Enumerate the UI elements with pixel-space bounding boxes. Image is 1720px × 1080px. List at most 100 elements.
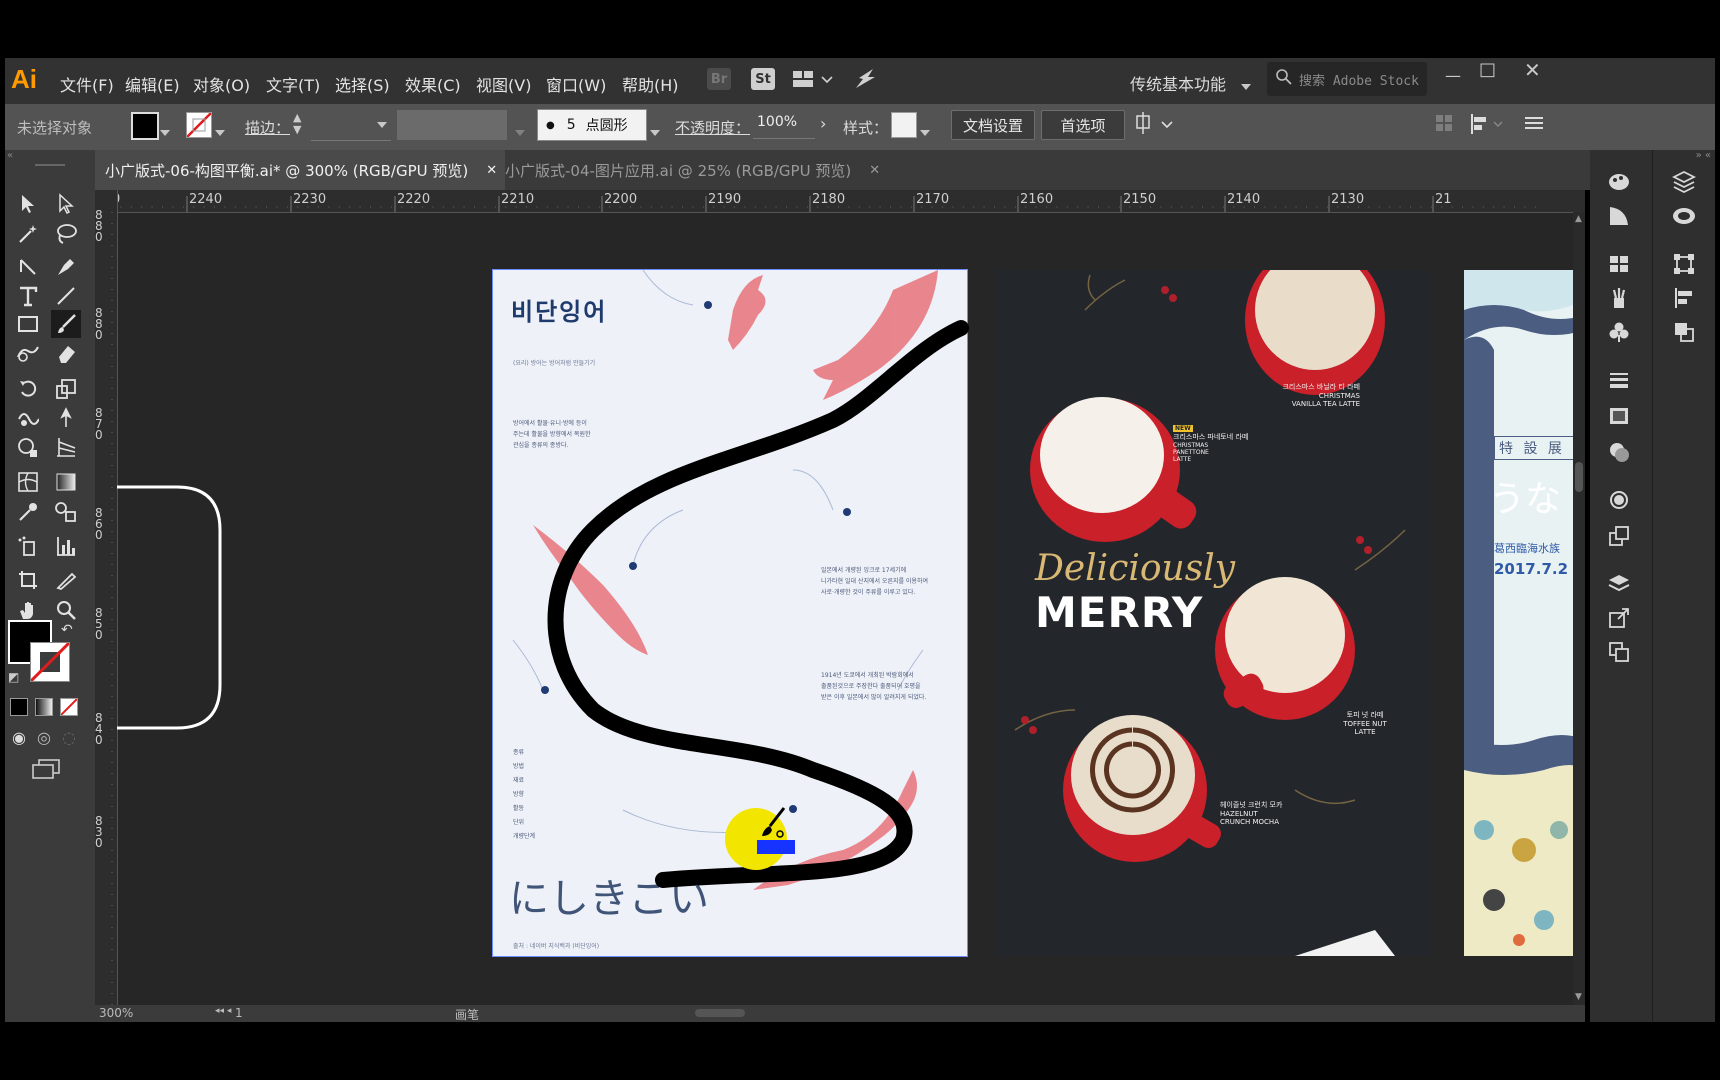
- zoom-tool-icon[interactable]: [51, 596, 81, 624]
- warp-tool-icon[interactable]: [13, 404, 43, 432]
- column-graph-tool-icon[interactable]: [51, 532, 81, 560]
- color-icon[interactable]: [1605, 168, 1633, 196]
- opacity-label[interactable]: 不透明度：: [675, 117, 750, 138]
- scale-tool-icon[interactable]: [51, 375, 81, 403]
- close-icon[interactable]: ✕: [1524, 58, 1541, 82]
- direct-selection-tool-icon[interactable]: [51, 190, 81, 218]
- puppet-warp-tool-icon[interactable]: [51, 404, 81, 432]
- eyedropper-tool-icon[interactable]: [13, 498, 43, 526]
- workspace-switcher[interactable]: 传统基本功能: [1130, 71, 1252, 95]
- stroke-swatch[interactable]: [186, 112, 212, 138]
- arrange-icon[interactable]: [1135, 112, 1175, 140]
- align-panel-icon[interactable]: [1670, 284, 1698, 312]
- stroke-weight-field[interactable]: [311, 110, 391, 141]
- zoom-level[interactable]: 300%: [99, 1006, 133, 1020]
- menu-help[interactable]: 帮助(H): [622, 72, 679, 96]
- artboard-number[interactable]: 1: [235, 1006, 243, 1020]
- transform-icon[interactable]: [1670, 250, 1698, 278]
- cc-libraries-icon[interactable]: [1670, 202, 1698, 230]
- menu-view[interactable]: 视图(V): [476, 72, 531, 96]
- appearance-icon[interactable]: [1605, 486, 1633, 514]
- horizontal-scrollbar-thumb[interactable]: [695, 1009, 745, 1017]
- bridge-icon[interactable]: Br: [707, 68, 731, 90]
- artboard-tool-icon[interactable]: [13, 566, 43, 594]
- libraries-icon[interactable]: [1670, 168, 1698, 196]
- swatches-icon[interactable]: [1605, 250, 1633, 278]
- fill-swatch[interactable]: [131, 112, 159, 140]
- paintbrush-tool-icon[interactable]: [51, 310, 81, 338]
- align-left-icon[interactable]: [1470, 114, 1506, 138]
- menu-select[interactable]: 选择(S): [335, 72, 390, 96]
- preferences-button[interactable]: 首选项: [1041, 110, 1125, 140]
- menu-edit[interactable]: 编辑(E): [125, 72, 180, 96]
- rectangle-tool-icon[interactable]: [13, 310, 43, 338]
- style-dropdown-icon[interactable]: [920, 122, 930, 140]
- menu-effect[interactable]: 效果(C): [405, 72, 461, 96]
- artboards-panel-icon[interactable]: [1605, 638, 1633, 666]
- gradient-tool-icon[interactable]: [51, 468, 81, 496]
- swap-colors-icon[interactable]: ↶: [61, 622, 73, 638]
- none-mode-icon[interactable]: [60, 698, 78, 716]
- vertical-scrollbar[interactable]: ▲ ▼: [1573, 212, 1585, 1005]
- pathfinder-icon[interactable]: [1670, 318, 1698, 346]
- menu-type[interactable]: 文字(T): [266, 72, 320, 96]
- blend-tool-icon[interactable]: [51, 498, 81, 526]
- menu-object[interactable]: 对象(O): [193, 72, 250, 96]
- stock-icon[interactable]: St: [751, 68, 775, 90]
- minimize-icon[interactable]: —: [1445, 66, 1461, 85]
- maximize-icon[interactable]: □: [1479, 59, 1496, 80]
- brush-dropdown-icon[interactable]: [650, 122, 660, 140]
- screen-mode-icon[interactable]: [31, 758, 61, 784]
- stroke-dropdown-icon[interactable]: [215, 122, 225, 140]
- lasso-tool-icon[interactable]: [51, 220, 81, 248]
- menu-window[interactable]: 窗口(W): [546, 72, 606, 96]
- fill-dropdown-icon[interactable]: [160, 122, 170, 140]
- opacity-field[interactable]: 100%: [753, 110, 815, 139]
- rotate-tool-icon[interactable]: [13, 375, 43, 403]
- artboard-nav-icon[interactable]: ◂◂ ◂: [215, 1006, 231, 1016]
- gradient-mode-icon[interactable]: [35, 698, 53, 716]
- stroke-label[interactable]: 描边：: [245, 117, 290, 138]
- symbol-sprayer-tool-icon[interactable]: [13, 532, 43, 560]
- align-grid-icon[interactable]: [1435, 114, 1453, 136]
- menu-file[interactable]: 文件(F): [60, 72, 114, 96]
- draw-inside-icon[interactable]: ◌: [62, 728, 76, 747]
- scroll-down-icon[interactable]: ▼: [1575, 992, 1582, 1002]
- slice-tool-icon[interactable]: [51, 566, 81, 594]
- curvature-tool-icon[interactable]: [51, 253, 81, 281]
- export-icon[interactable]: [1605, 604, 1633, 632]
- graphic-styles-icon[interactable]: [1605, 522, 1633, 550]
- brushes-icon[interactable]: [1605, 284, 1633, 312]
- panel-menu-icon[interactable]: [1525, 114, 1543, 136]
- gradient-panel-icon[interactable]: [1605, 402, 1633, 430]
- free-transform-tool-icon[interactable]: [13, 433, 43, 461]
- symbols-icon[interactable]: [1605, 318, 1633, 346]
- color-guide-icon[interactable]: [1605, 202, 1633, 230]
- pen-tool-icon[interactable]: [13, 253, 43, 281]
- selection-tool-icon[interactable]: [13, 190, 43, 218]
- type-tool-icon[interactable]: [13, 282, 43, 310]
- magic-wand-tool-icon[interactable]: [13, 220, 43, 248]
- stock-search-field[interactable]: 搜索 Adobe Stock: [1267, 62, 1427, 96]
- canvas-area[interactable]: 0 2240 2230 2220 2210 2200 2190 2180 217…: [95, 190, 1585, 1005]
- bracket-shape[interactable]: [117, 485, 237, 735]
- tab-close-icon[interactable]: ✕: [486, 163, 497, 178]
- artboard-event-poster[interactable]: 特 設 展 示 うな 葛西臨海水族 2017.7.2: [1464, 270, 1585, 956]
- variable-width-profile[interactable]: [397, 110, 507, 140]
- transparency-icon[interactable]: [1605, 438, 1633, 466]
- scroll-up-icon[interactable]: ▲: [1575, 214, 1582, 224]
- line-segment-tool-icon[interactable]: [51, 282, 81, 310]
- perspective-grid-tool-icon[interactable]: [51, 433, 81, 461]
- draw-normal-icon[interactable]: ◉: [12, 728, 26, 747]
- default-colors-icon[interactable]: ◩: [8, 670, 19, 684]
- collapse-panel-icon[interactable]: «: [5, 150, 97, 162]
- tab-document-04[interactable]: 小广版式-04-图片应用.ai @ 25% (RGB/GPU 预览) ✕: [505, 150, 905, 190]
- color-mode-icon[interactable]: [10, 698, 28, 716]
- brush-definition[interactable]: ● 5 点圆形: [537, 109, 647, 141]
- document-setup-button[interactable]: 文档设置: [951, 110, 1035, 140]
- brush-stroke-path[interactable]: [493, 270, 973, 970]
- stroke-color-swatch[interactable]: [30, 642, 70, 682]
- gpu-performance-icon[interactable]: [853, 66, 879, 96]
- stroke-panel-icon[interactable]: [1605, 366, 1633, 394]
- scrollbar-thumb[interactable]: [1575, 462, 1583, 492]
